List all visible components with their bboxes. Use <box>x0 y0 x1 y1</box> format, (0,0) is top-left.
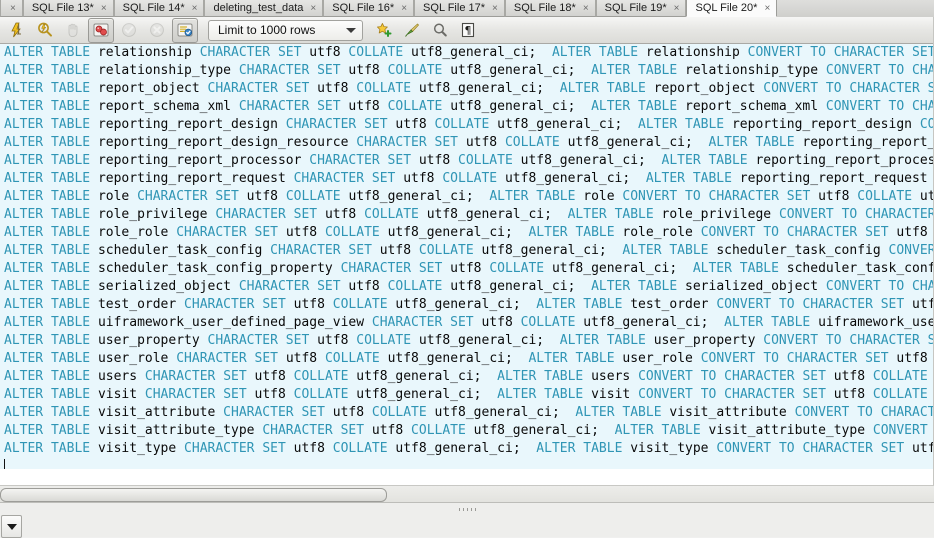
sql-statement-line: ALTER TABLE visit_attribute_type CHARACT… <box>4 423 928 438</box>
close-icon[interactable]: × <box>674 0 680 17</box>
resize-grip-icon <box>458 507 476 511</box>
close-icon[interactable]: × <box>101 0 107 17</box>
close-icon[interactable]: × <box>10 0 16 17</box>
editor-tab-label: SQL File 14* <box>122 1 185 14</box>
row-limit-select[interactable]: Limit to 1000 rows <box>208 19 363 41</box>
close-icon[interactable]: × <box>764 0 770 17</box>
editor-tab-label: SQL File 19* <box>604 1 667 14</box>
editor-horizontal-scrollbar[interactable] <box>0 486 934 503</box>
editor-tab-label: SQL File 20* <box>695 1 758 14</box>
sql-statement-line: ALTER TABLE users CHARACTER SET utf8 COL… <box>4 369 928 384</box>
sql-statement-line: ALTER TABLE user_role CHARACTER SET utf8… <box>4 351 928 366</box>
stop-execution-icon[interactable] <box>60 18 86 43</box>
close-icon[interactable]: × <box>192 0 198 17</box>
execute-explain-icon[interactable] <box>32 18 58 43</box>
sql-statement-line: ALTER TABLE serialized_object CHARACTER … <box>4 279 934 294</box>
sql-statement-line: ALTER TABLE visit_attribute CHARACTER SE… <box>4 405 934 420</box>
find-icon[interactable] <box>427 18 453 43</box>
execute-statement-icon[interactable] <box>4 18 30 43</box>
sql-statement-line: ALTER TABLE role_role CHARACTER SET utf8… <box>4 225 928 240</box>
editor-tab[interactable]: SQL File 13* × <box>22 0 114 17</box>
editor-tab[interactable]: SQL File 19* × <box>595 0 687 17</box>
panel-splitter[interactable] <box>0 503 934 515</box>
sql-statement-line: ALTER TABLE report_object CHARACTER SET … <box>4 81 934 96</box>
save-snippet-icon[interactable] <box>371 18 397 43</box>
editor-tab-active[interactable]: SQL File 20* × <box>686 0 778 17</box>
close-icon[interactable]: × <box>583 0 589 17</box>
editor-tab-bar: × SQL File 13* × SQL File 14* × deleting_test… <box>0 0 934 18</box>
editor-tab[interactable]: SQL File 17* × <box>414 0 505 17</box>
close-icon[interactable]: × <box>310 0 316 17</box>
editor-tab-label: SQL File 17* <box>423 1 486 14</box>
text-cursor-line <box>0 458 934 469</box>
beautify-query-icon[interactable] <box>399 18 425 43</box>
editor-tab[interactable]: SQL File 18* × <box>504 0 596 17</box>
toggle-autocommit-icon[interactable] <box>172 17 198 43</box>
sql-statement-line: ALTER TABLE visit_type CHARACTER SET utf… <box>4 441 934 456</box>
editor-empty-space <box>0 469 934 485</box>
close-icon[interactable]: × <box>401 0 407 17</box>
close-icon[interactable]: × <box>492 0 498 17</box>
editor-tab[interactable]: SQL File 14* × <box>113 0 205 17</box>
commit-transaction-icon[interactable] <box>116 18 142 43</box>
sql-statement-line: ALTER TABLE reporting_report_request CHA… <box>4 171 928 186</box>
sql-statement-line: ALTER TABLE visit CHARACTER SET utf8 COL… <box>4 387 928 402</box>
editor-tab[interactable]: × <box>0 0 23 17</box>
sql-editor-area[interactable]: ALTER TABLE relationship CHARACTER SET u… <box>0 44 934 486</box>
sql-editor-window: × SQL File 13* × SQL File 14* × deleting_test… <box>0 0 934 538</box>
bottom-panel <box>0 515 934 538</box>
sql-statement-line: ALTER TABLE test_order CHARACTER SET utf… <box>4 297 934 312</box>
sql-editor-toolbar: Limit to 1000 rows ¶ <box>0 17 934 44</box>
toggle-invisible-chars-icon[interactable]: ¶ <box>455 18 481 43</box>
editor-tab-label: deleting_test_data <box>213 1 304 14</box>
sql-statement-line: ALTER TABLE relationship CHARACTER SET u… <box>4 45 934 60</box>
sql-statement-line: ALTER TABLE user_property CHARACTER SET … <box>4 333 934 348</box>
sql-statement-line: ALTER TABLE uiframework_user_defined_pag… <box>4 315 934 330</box>
sql-statement-line: ALTER TABLE reporting_report_processor C… <box>4 153 934 168</box>
sql-code-text[interactable]: ALTER TABLE relationship CHARACTER SET u… <box>0 44 934 469</box>
rollback-transaction-icon[interactable] <box>144 18 170 43</box>
sql-statement-line: ALTER TABLE relationship_type CHARACTER … <box>4 63 934 78</box>
sql-statement-line: ALTER TABLE reporting_report_design_reso… <box>4 135 934 150</box>
row-limit-value: Limit to 1000 rows <box>218 23 316 37</box>
editor-tab[interactable]: deleting_test_data × <box>204 0 324 17</box>
chevron-down-icon <box>346 27 356 33</box>
sql-statement-line: ALTER TABLE role CHARACTER SET utf8 COLL… <box>4 189 934 204</box>
editor-tab[interactable]: SQL File 16* × <box>323 0 415 17</box>
sql-statement-line: ALTER TABLE scheduler_task_config_proper… <box>4 261 934 276</box>
editor-tab-label: SQL File 13* <box>31 1 94 14</box>
output-panel-dropdown-button[interactable] <box>1 515 22 538</box>
chevron-down-icon <box>6 523 17 530</box>
sql-statement-line: ALTER TABLE reporting_report_design CHAR… <box>4 117 934 132</box>
sql-statement-line: ALTER TABLE role_privilege CHARACTER SET… <box>4 207 934 222</box>
sql-statement-line: ALTER TABLE report_schema_xml CHARACTER … <box>4 99 934 114</box>
editor-tab-label: SQL File 18* <box>513 1 576 14</box>
text-cursor <box>4 459 5 469</box>
sql-statement-line: ALTER TABLE scheduler_task_config CHARAC… <box>4 243 934 258</box>
toggle-stop-on-error-icon[interactable] <box>88 17 114 43</box>
editor-tab-label: SQL File 16* <box>332 1 395 14</box>
svg-text:¶: ¶ <box>465 24 472 37</box>
scrollbar-thumb[interactable] <box>0 488 387 502</box>
